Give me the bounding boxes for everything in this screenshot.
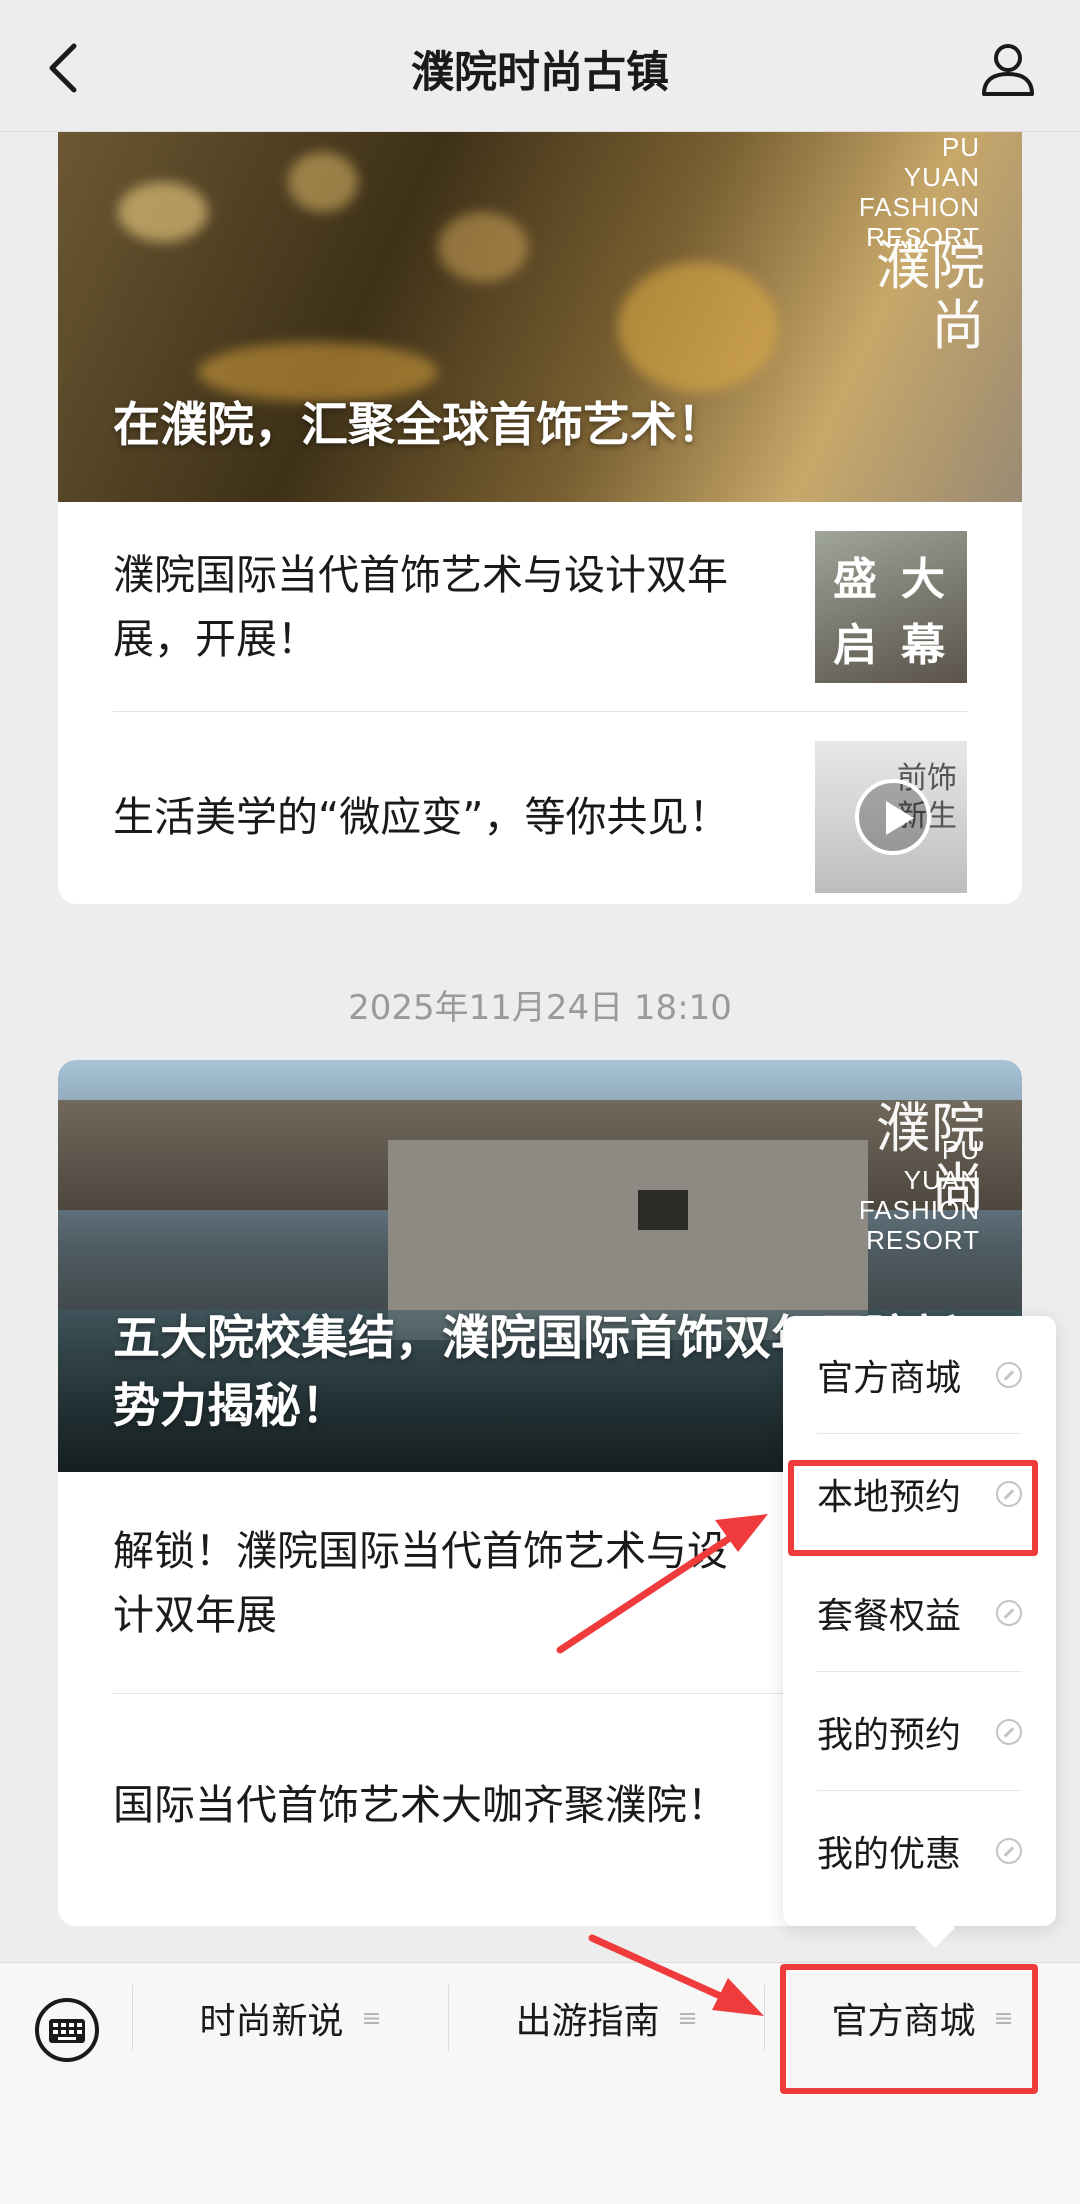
arrow-line — [588, 1934, 742, 2008]
arrow-head — [712, 1978, 764, 2016]
annotation-arrows — [556, 1514, 768, 2016]
arrow-line — [556, 1524, 749, 1654]
